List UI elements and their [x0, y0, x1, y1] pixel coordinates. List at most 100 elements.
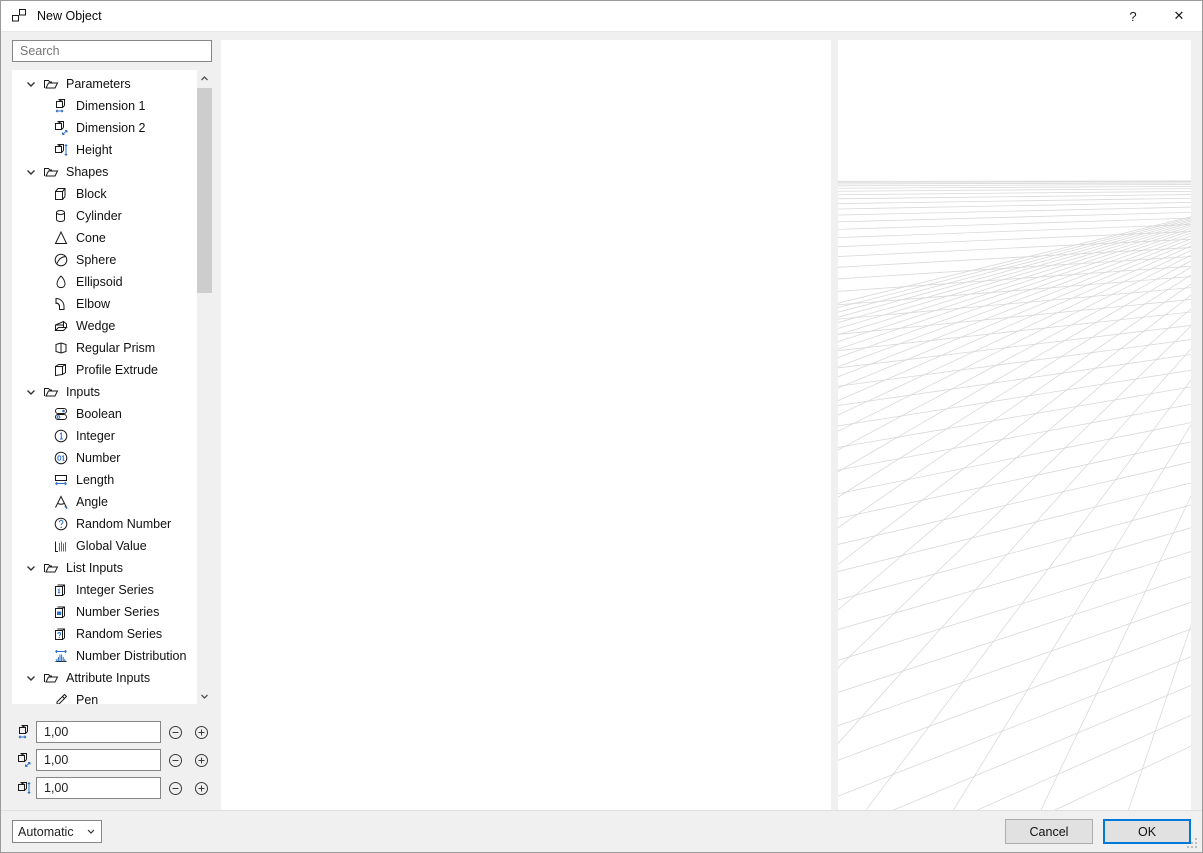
ok-button[interactable]: OK — [1103, 819, 1191, 844]
tree-item-block[interactable]: Block — [12, 183, 196, 205]
tree-item-elbow[interactable]: Elbow — [12, 293, 196, 315]
tree-item-label: Random Number — [72, 517, 171, 531]
dimension-input[interactable] — [42, 724, 155, 740]
tree-item-global-value[interactable]: Global Value — [12, 535, 196, 557]
folder-icon — [40, 670, 62, 686]
folder-icon — [40, 560, 62, 576]
sphere-icon — [50, 252, 72, 268]
chevron-down-icon[interactable] — [22, 167, 40, 177]
tree-group-shapes[interactable]: Shapes — [12, 161, 196, 183]
tree-item-number-series[interactable]: Number Series — [12, 601, 196, 623]
search-field[interactable] — [12, 40, 212, 62]
perspective-grid — [838, 40, 1191, 810]
tree-item-label: Number Distribution — [72, 649, 186, 663]
dimension-width-icon — [12, 724, 36, 740]
tree-item-integer[interactable]: Integer — [12, 425, 196, 447]
tree-item-boolean[interactable]: Boolean — [12, 403, 196, 425]
tree-item-label: Angle — [72, 495, 108, 509]
tree-item-angle[interactable]: Angle — [12, 491, 196, 513]
increment-button[interactable] — [190, 777, 212, 799]
tree-group-list-inputs[interactable]: List Inputs — [12, 557, 196, 579]
chevron-down-icon[interactable] — [22, 387, 40, 397]
tree-item-label: Global Value — [72, 539, 147, 553]
scroll-up-icon[interactable] — [197, 70, 212, 86]
tree-item-label: Cone — [72, 231, 106, 245]
tree-item-wedge[interactable]: Wedge — [12, 315, 196, 337]
tree-item-cylinder[interactable]: Cylinder — [12, 205, 196, 227]
number-series-icon — [50, 604, 72, 620]
length-icon — [50, 472, 72, 488]
tree-item-length[interactable]: Length — [12, 469, 196, 491]
tree-item-dimension-1[interactable]: Dimension 1 — [12, 95, 196, 117]
help-button[interactable]: ? — [1110, 1, 1156, 32]
tree-item-number[interactable]: Number — [12, 447, 196, 469]
tree-item-random-series[interactable]: Random Series — [12, 623, 196, 645]
new-object-dialog: New Object ? ✕ ParametersDimension 1 Dime… — [0, 0, 1203, 853]
scrollbar-thumb[interactable] — [197, 88, 212, 293]
right-panel — [221, 40, 1202, 810]
elbow-icon — [50, 296, 72, 312]
decrement-button[interactable] — [165, 721, 187, 743]
tree-item-number-distribution[interactable]: Number Distribution — [12, 645, 196, 667]
dimension-input[interactable] — [42, 780, 155, 796]
left-panel: ParametersDimension 1 Dimension 2 Height Sh… — [1, 40, 221, 810]
pen-icon — [50, 692, 72, 704]
tree-item-regular-prism[interactable]: Regular Prism — [12, 337, 196, 359]
dimension-depth-icon — [50, 120, 72, 136]
tree-item-label: Boolean — [72, 407, 122, 421]
regular-prism-icon — [50, 340, 72, 356]
tree-item-profile-extrude[interactable]: Profile Extrude — [12, 359, 196, 381]
dimension-value-field[interactable] — [36, 777, 161, 799]
random-number-icon — [50, 516, 72, 532]
dimension-stepper-row — [12, 774, 212, 802]
tree-item-dimension-2[interactable]: Dimension 2 — [12, 117, 196, 139]
dimension-input[interactable] — [42, 752, 155, 768]
tree-scrollbar[interactable] — [196, 70, 212, 704]
tree-group-inputs[interactable]: Inputs — [12, 381, 196, 403]
chevron-down-icon — [86, 825, 96, 839]
decrement-button[interactable] — [165, 749, 187, 771]
chevron-down-icon[interactable] — [22, 673, 40, 683]
tree-group-attribute-inputs[interactable]: Attribute Inputs — [12, 667, 196, 689]
dimension-height-icon — [12, 780, 36, 796]
dimension-value-field[interactable] — [36, 721, 161, 743]
angle-icon — [50, 494, 72, 510]
object-tree[interactable]: ParametersDimension 1 Dimension 2 Height Sh… — [12, 70, 196, 704]
chevron-down-icon[interactable] — [22, 563, 40, 573]
panel-splitter[interactable] — [831, 40, 838, 810]
tree-item-integer-series[interactable]: Integer Series — [12, 579, 196, 601]
wedge-icon — [50, 318, 72, 334]
tree-item-random-number[interactable]: Random Number — [12, 513, 196, 535]
increment-button[interactable] — [190, 749, 212, 771]
increment-button[interactable] — [190, 721, 212, 743]
dimension-value-field[interactable] — [36, 749, 161, 771]
search-input[interactable] — [18, 43, 206, 59]
random-series-icon — [50, 626, 72, 642]
3d-viewport[interactable] — [838, 40, 1191, 810]
tree-group-label: Shapes — [62, 165, 108, 179]
chevron-down-icon[interactable] — [22, 79, 40, 89]
window-title: New Object — [33, 9, 1110, 23]
scroll-down-icon[interactable] — [197, 688, 212, 704]
resize-grip-icon[interactable] — [1187, 838, 1199, 850]
tree-item-label: Number — [72, 451, 120, 465]
tree-item-label: Dimension 2 — [72, 121, 145, 135]
decrement-button[interactable] — [165, 777, 187, 799]
placement-mode-select[interactable]: Automatic — [12, 820, 102, 843]
preview-pane[interactable] — [221, 40, 831, 810]
tree-item-cone[interactable]: Cone — [12, 227, 196, 249]
dimension-stepper-row — [12, 718, 212, 746]
tree-group-parameters[interactable]: Parameters — [12, 73, 196, 95]
scrollbar-track[interactable] — [197, 86, 212, 688]
boolean-icon — [50, 406, 72, 422]
global-value-icon — [50, 538, 72, 554]
tree-item-pen[interactable]: Pen — [12, 689, 196, 704]
tree-item-height[interactable]: Height — [12, 139, 196, 161]
tree-item-label: Cylinder — [72, 209, 122, 223]
cancel-button[interactable]: Cancel — [1005, 819, 1093, 844]
ellipsoid-icon — [50, 274, 72, 290]
close-button[interactable]: ✕ — [1156, 1, 1202, 32]
folder-icon — [40, 76, 62, 92]
tree-item-sphere[interactable]: Sphere — [12, 249, 196, 271]
tree-item-ellipsoid[interactable]: Ellipsoid — [12, 271, 196, 293]
